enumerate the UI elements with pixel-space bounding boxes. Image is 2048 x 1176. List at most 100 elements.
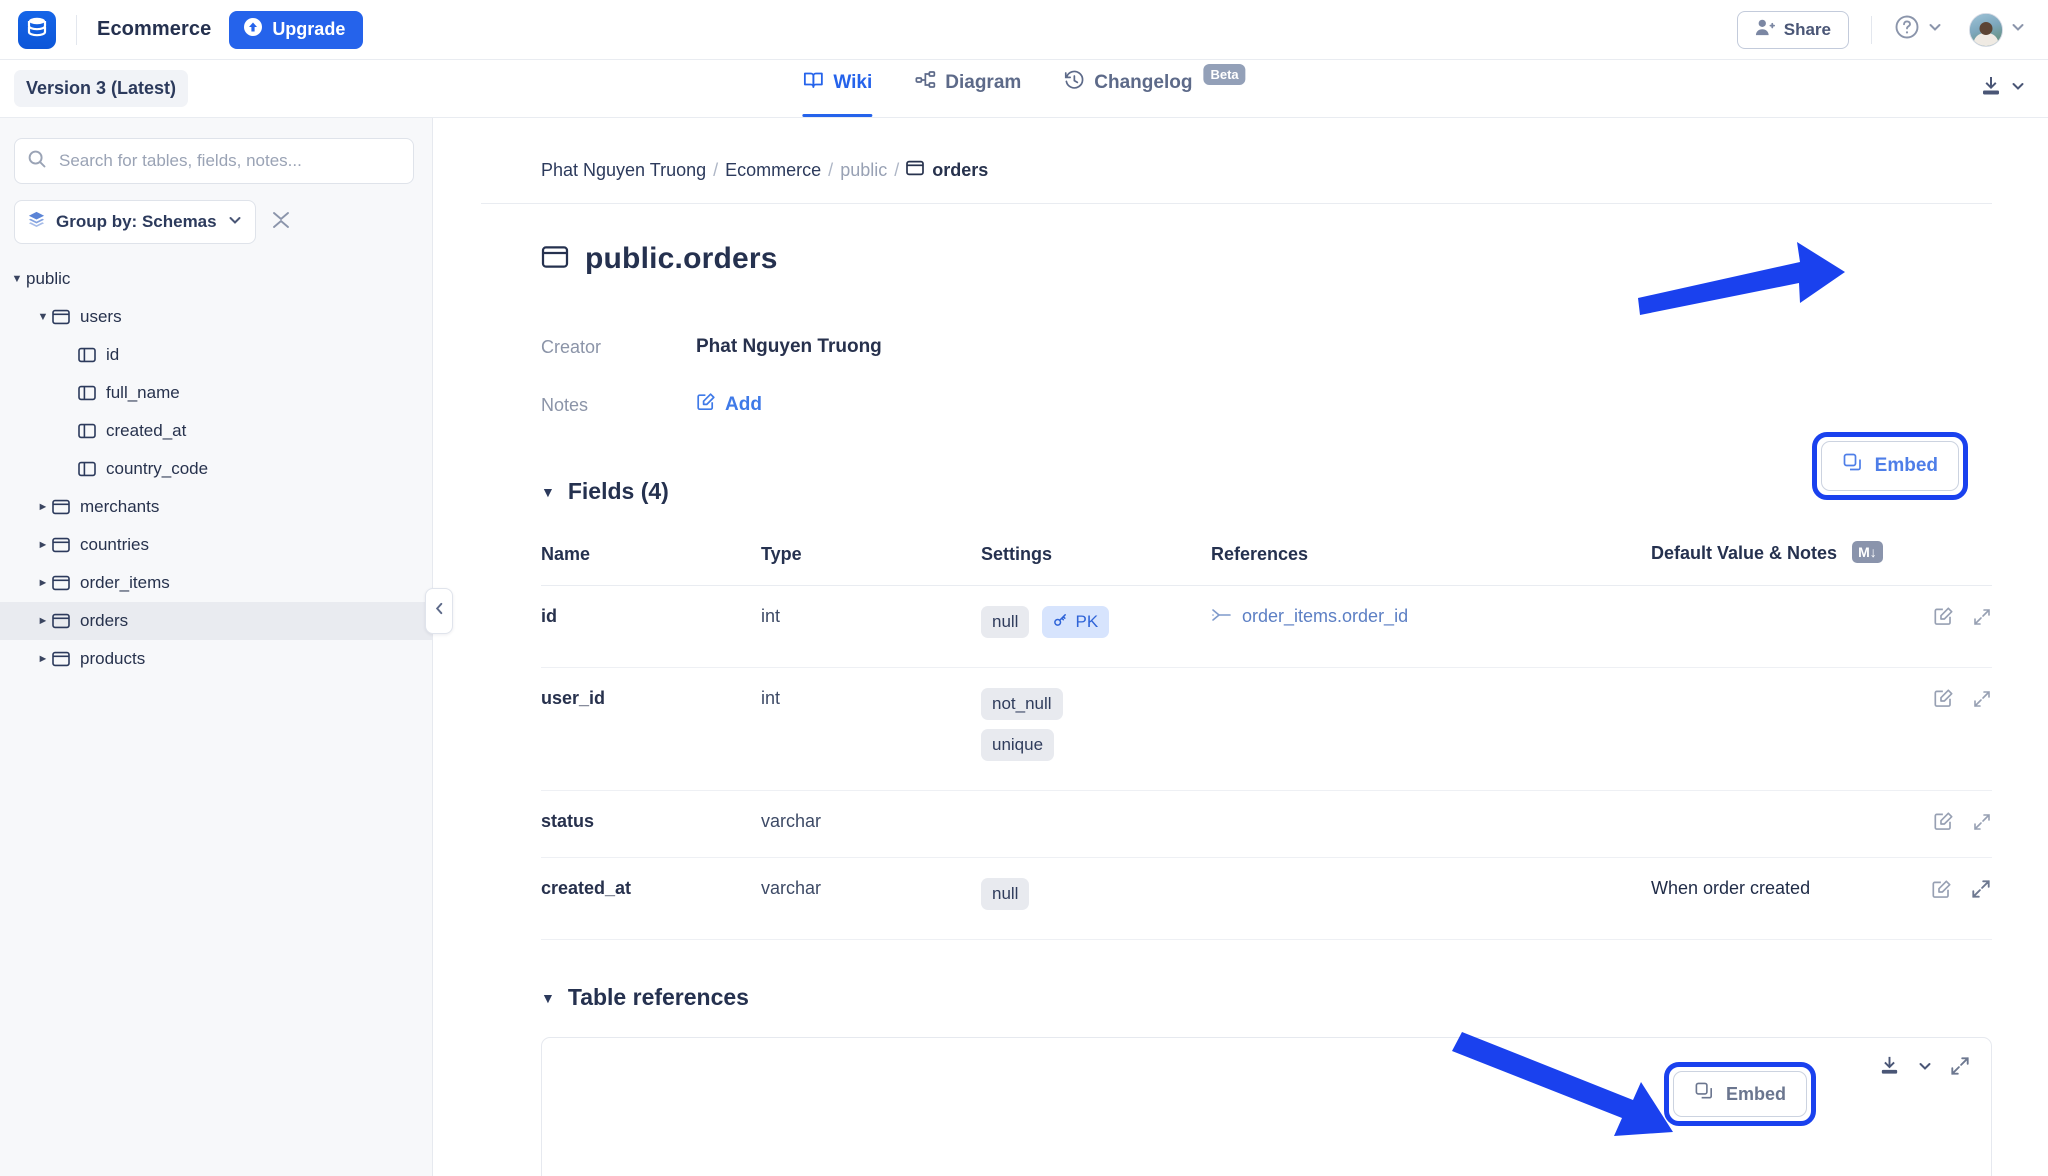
divider [76,14,77,45]
tree-item-users[interactable]: ▼ users [0,298,432,336]
caret-right-icon[interactable]: ► [34,539,52,551]
table-row[interactable]: id int null PK order_items.order_id [541,585,1992,668]
history-icon [1063,69,1085,97]
embed-button-bottom[interactable]: Embed [1672,1071,1807,1117]
column-icon [78,423,96,439]
upgrade-button[interactable]: Upgrade [229,10,364,49]
chevron-down-icon [2010,78,2026,99]
fields-section-title: Fields (4) [567,478,669,504]
breadcrumb-table-label: orders [932,160,989,180]
share-button[interactable]: Share [1736,10,1849,49]
breadcrumb-owner[interactable]: Phat Nguyen Truong [541,160,706,181]
edit-icon[interactable] [1933,811,1954,837]
version-selector[interactable]: Version 3 (Latest) [14,70,189,107]
embed-button-top[interactable]: Embed [1820,441,1959,491]
table-icon [541,245,569,274]
caret-right-icon[interactable]: ► [34,615,52,627]
edit-icon[interactable] [1933,688,1954,714]
expand-icon[interactable] [1970,878,1992,905]
reference-link[interactable]: order_items.order_id [1211,606,1408,627]
caret-down-icon[interactable]: ▼ [8,273,26,285]
chevron-down-icon[interactable] [1917,1058,1933,1079]
column-header-default-notes-label: Default Value & Notes [1651,543,1838,563]
edit-icon[interactable] [1931,879,1952,905]
search-input[interactable] [57,150,401,172]
edit-icon[interactable] [1933,606,1954,632]
breadcrumb-project[interactable]: Ecommerce [725,160,821,181]
field-type: int [761,667,981,791]
field-type: varchar [761,857,981,940]
chevron-down-icon [2010,19,2026,40]
breadcrumb-table[interactable]: orders [906,160,988,181]
tree-item-full_name[interactable]: full_name [0,374,432,412]
tree-item-public[interactable]: ▼ public [0,260,432,298]
table-row[interactable]: created_at varchar null When order creat… [541,857,1992,940]
help-menu[interactable] [1894,14,1943,45]
caret-right-icon[interactable]: ► [34,653,52,665]
tab-changelog[interactable]: Changelog Beta [1063,60,1246,117]
reference-label: order_items.order_id [1242,606,1409,626]
expand-icon[interactable] [1949,1055,1971,1082]
meta-row-notes: Notes Add [541,376,1992,434]
meta-label: Notes [541,394,589,415]
field-type: int [761,585,981,668]
table-row[interactable]: status varchar [541,790,1992,858]
field-name: created_at [541,857,761,940]
field-settings: null PK [981,585,1211,668]
download-menu[interactable] [1979,74,2026,103]
setting-badge-unique: unique [981,729,1055,761]
tab-label: Diagram [945,72,1022,93]
expand-icon[interactable] [1972,812,1992,837]
project-name[interactable]: Ecommerce [97,18,211,41]
tree-item-label: products [80,649,146,668]
tree-item-id[interactable]: id [0,336,432,374]
tree-item-label: created_at [106,421,187,440]
search-box[interactable] [14,138,414,184]
fields-section-header[interactable]: ▼ Fields (4) [481,478,1992,505]
add-note-button[interactable]: Add [696,392,762,418]
tree-item-merchants[interactable]: ► merchants [0,488,432,526]
tab-wiki[interactable]: Wiki [802,60,872,117]
tree-item-created_at[interactable]: created_at [0,412,432,450]
caret-right-icon[interactable]: ► [34,577,52,589]
tree-item-countries[interactable]: ► countries [0,526,432,564]
table-references-section-header[interactable]: ▼ Table references [481,984,1992,1011]
tree-item-label: public [26,269,71,288]
expand-icon[interactable] [1972,689,1992,714]
sidebar-collapse-toggle[interactable] [425,588,453,634]
meta-value-creator: Phat Nguyen Truong [696,336,882,357]
table-icon [52,613,70,629]
caret-down-icon[interactable]: ▼ [541,990,555,1006]
page-header: public.orders Embed [481,204,1992,500]
embed-copy-icon [1694,1081,1715,1107]
app-logo[interactable] [18,10,56,49]
tree-item-order_items[interactable]: ► order_items [0,564,432,602]
column-header-default-notes: Default Value & Notes M↓ [1651,531,1992,586]
breadcrumb: Phat Nguyen Truong / Ecommerce / public … [481,118,1992,204]
expand-icon[interactable] [1972,607,1992,632]
column-header-name: Name [541,531,761,586]
table-row[interactable]: user_id int not_null unique [541,667,1992,791]
caret-down-icon[interactable]: ▼ [34,311,52,323]
tree-item-orders[interactable]: ► orders [0,602,432,640]
group-by-select[interactable]: Group by: Schemas [14,200,256,244]
upgrade-label: Upgrade [272,19,346,39]
table-references-panel: Embed [541,1037,1992,1176]
table-references-title: Table references [567,984,749,1010]
column-icon [78,385,96,401]
user-menu[interactable] [1969,12,2026,47]
main-content: Phat Nguyen Truong / Ecommerce / public … [433,118,2048,1176]
field-name: status [541,790,761,858]
tree-item-country_code[interactable]: country_code [0,450,432,488]
tree-item-label: order_items [80,573,170,592]
field-settings: not_null unique [981,667,1211,791]
table-icon [52,309,70,325]
tree-item-products[interactable]: ► products [0,640,432,678]
download-icon[interactable] [1878,1054,1901,1082]
table-icon [52,499,70,515]
collapse-all-icon[interactable] [270,209,292,236]
caret-down-icon[interactable]: ▼ [541,484,555,500]
caret-right-icon[interactable]: ► [34,501,52,513]
tab-diagram[interactable]: Diagram [914,60,1021,117]
breadcrumb-schema[interactable]: public [840,160,887,181]
